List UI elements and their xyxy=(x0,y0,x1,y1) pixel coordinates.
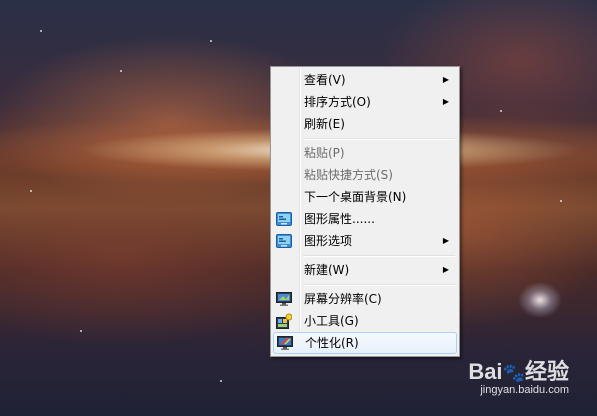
menu-item-gadgets[interactable]: 小工具(G) xyxy=(273,310,457,332)
menu-item-next-desktop-background[interactable]: 下一个桌面背景(N) xyxy=(273,186,457,208)
watermark-url: jingyan.baidu.com xyxy=(480,384,569,396)
menu-item-label: 粘贴(P) xyxy=(304,146,345,160)
menu-item-graphics-options[interactable]: 图形选项 ▶ xyxy=(273,230,457,252)
menu-separator xyxy=(273,252,457,259)
menu-item-screen-resolution[interactable]: 屏幕分辨率(C) xyxy=(273,288,457,310)
menu-item-label: 下一个桌面背景(N) xyxy=(304,190,407,204)
menu-item-paste: 粘贴(P) xyxy=(273,142,457,164)
paw-logo-icon: 🐾 xyxy=(502,363,525,383)
menu-item-view[interactable]: 查看(V) ▶ xyxy=(273,69,457,91)
menu-item-label: 查看(V) xyxy=(304,73,346,87)
menu-item-graphics-properties[interactable]: 图形属性...... xyxy=(273,208,457,230)
menu-item-label: 屏幕分辨率(C) xyxy=(304,292,382,306)
desktop-context-menu: 查看(V) ▶ 排序方式(O) ▶ 刷新(E) 粘贴(P) 粘贴快捷方式(S) … xyxy=(270,66,460,357)
menu-separator xyxy=(273,135,457,142)
menu-item-label: 图形选项 xyxy=(304,234,353,248)
desktop-background[interactable]: 查看(V) ▶ 排序方式(O) ▶ 刷新(E) 粘贴(P) 粘贴快捷方式(S) … xyxy=(0,0,597,416)
personalize-icon xyxy=(277,335,293,351)
graphics-properties-icon xyxy=(276,211,292,227)
submenu-arrow-icon: ▶ xyxy=(442,97,449,106)
gadgets-icon xyxy=(276,313,293,329)
menu-item-label: 个性化(R) xyxy=(305,336,359,350)
watermark-brand: Bai🐾经验 xyxy=(468,359,569,384)
menu-item-sort-by[interactable]: 排序方式(O) ▶ xyxy=(273,91,457,113)
submenu-arrow-icon: ▶ xyxy=(442,75,449,84)
menu-item-refresh[interactable]: 刷新(E) xyxy=(273,113,457,135)
menu-item-personalize[interactable]: 个性化(R) xyxy=(273,332,457,354)
menu-item-label: 小工具(G) xyxy=(304,314,359,328)
screen-resolution-icon xyxy=(276,291,292,307)
menu-item-label: 新建(W) xyxy=(304,263,350,277)
menu-item-label: 图形属性...... xyxy=(304,212,375,226)
menu-item-label: 排序方式(O) xyxy=(304,95,371,109)
menu-item-label: 刷新(E) xyxy=(304,117,345,131)
graphics-options-icon xyxy=(276,233,292,249)
menu-item-new[interactable]: 新建(W) ▶ xyxy=(273,259,457,281)
menu-item-paste-shortcut: 粘贴快捷方式(S) xyxy=(273,164,457,186)
menu-item-label: 粘贴快捷方式(S) xyxy=(304,168,393,182)
submenu-arrow-icon: ▶ xyxy=(442,265,449,274)
menu-separator xyxy=(273,281,457,288)
baidu-jingyan-watermark: Bai🐾经验 jingyan.baidu.com xyxy=(468,354,569,396)
submenu-arrow-icon: ▶ xyxy=(442,236,449,245)
